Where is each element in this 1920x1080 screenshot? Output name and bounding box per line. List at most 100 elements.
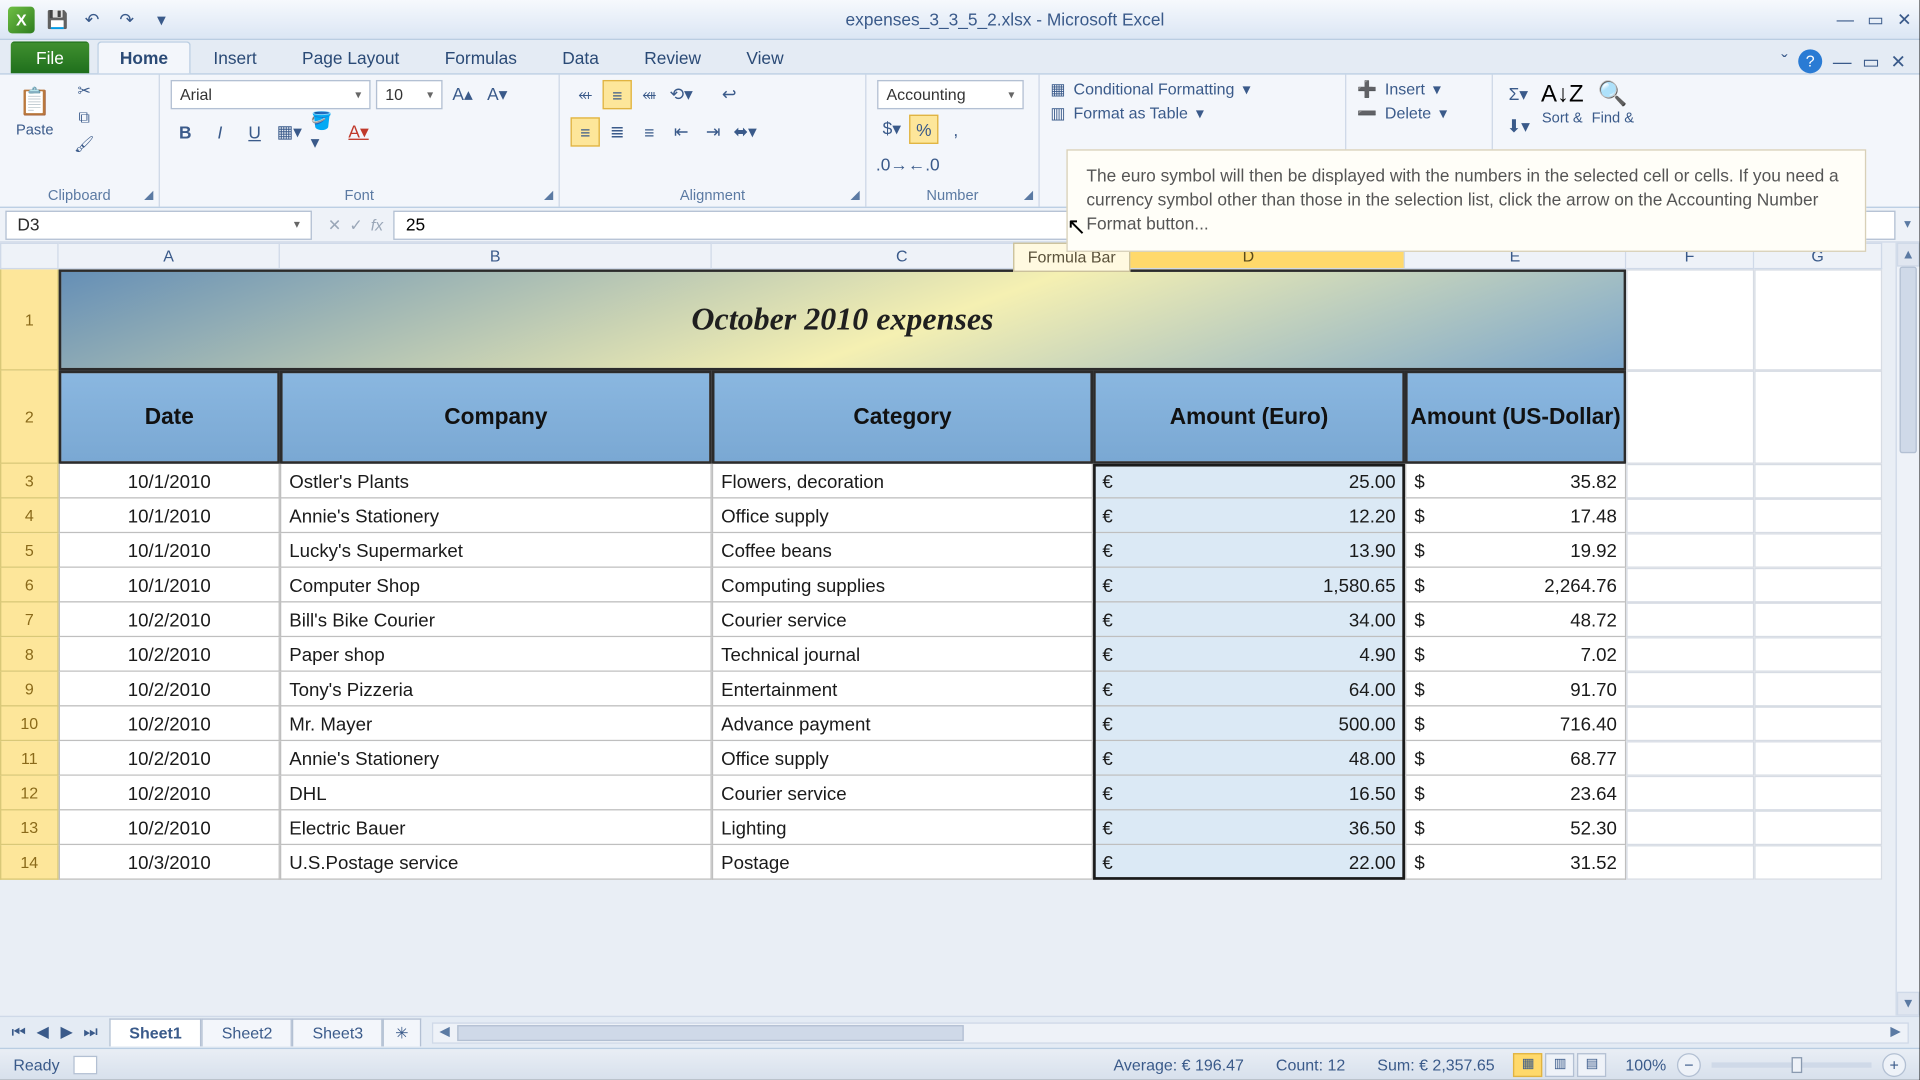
tab-review[interactable]: Review xyxy=(622,41,724,73)
row-header[interactable]: 3 xyxy=(0,464,59,499)
header-category[interactable]: Category xyxy=(712,371,1093,464)
name-box[interactable]: D3▾ xyxy=(5,210,312,239)
cell-euro[interactable]: €25.00 xyxy=(1093,464,1405,499)
cell-company[interactable]: U.S.Postage service xyxy=(280,845,712,880)
cell-company[interactable]: DHL xyxy=(280,776,712,811)
cell-date[interactable]: 10/2/2010 xyxy=(59,672,280,707)
cancel-formula-icon[interactable]: ✕ xyxy=(328,215,341,234)
merge-center-icon[interactable]: ⬌▾ xyxy=(730,117,759,146)
row-header[interactable]: 8 xyxy=(0,637,59,672)
cell[interactable] xyxy=(1754,741,1882,776)
qat-customize-icon[interactable]: ▾ xyxy=(149,7,173,31)
cell-category[interactable]: Office supply xyxy=(712,499,1093,534)
tab-formulas[interactable]: Formulas xyxy=(422,41,540,73)
cell-company[interactable]: Ostler's Plants xyxy=(280,464,712,499)
bold-button[interactable]: B xyxy=(171,117,200,146)
cell-euro[interactable]: €48.00 xyxy=(1093,741,1405,776)
align-middle-icon[interactable]: ≡ xyxy=(603,80,632,109)
tab-home[interactable]: Home xyxy=(97,41,190,73)
shrink-font-icon[interactable]: A▾ xyxy=(483,80,512,109)
cell[interactable] xyxy=(1626,603,1754,638)
cell[interactable] xyxy=(1626,741,1754,776)
align-bottom-icon[interactable]: ⬵ xyxy=(635,80,664,109)
zoom-slider[interactable] xyxy=(1712,1062,1872,1067)
new-sheet-icon[interactable]: ✳ xyxy=(383,1018,420,1046)
accounting-format-icon[interactable]: $▾ xyxy=(877,115,906,144)
cell-category[interactable]: Courier service xyxy=(712,776,1093,811)
cell-euro[interactable]: €64.00 xyxy=(1093,672,1405,707)
decrease-decimal-icon[interactable]: ←.0 xyxy=(909,149,938,178)
title-cell[interactable]: October 2010 expenses xyxy=(59,269,1627,370)
cell-company[interactable]: Bill's Bike Courier xyxy=(280,603,712,638)
hscroll-thumb[interactable] xyxy=(457,1024,964,1040)
cell-usd[interactable]: $91.70 xyxy=(1405,672,1626,707)
page-layout-view-icon[interactable]: ▥ xyxy=(1545,1052,1574,1076)
cell-company[interactable]: Lucky's Supermarket xyxy=(280,533,712,568)
cell-date[interactable]: 10/1/2010 xyxy=(59,499,280,534)
cell[interactable] xyxy=(1754,637,1882,672)
last-sheet-icon[interactable]: ⏭ xyxy=(80,1022,101,1042)
italic-button[interactable]: I xyxy=(205,117,234,146)
cell-date[interactable]: 10/2/2010 xyxy=(59,706,280,741)
orientation-icon[interactable]: ⟲▾ xyxy=(667,80,696,109)
cell-usd[interactable]: $35.82 xyxy=(1405,464,1626,499)
cell-date[interactable]: 10/2/2010 xyxy=(59,603,280,638)
minimize-icon[interactable]: — xyxy=(1837,9,1854,30)
cell-usd[interactable]: $48.72 xyxy=(1405,603,1626,638)
cell-category[interactable]: Lighting xyxy=(712,810,1093,845)
tab-data[interactable]: Data xyxy=(540,41,622,73)
cell-date[interactable]: 10/2/2010 xyxy=(59,776,280,811)
cell[interactable] xyxy=(1754,371,1882,464)
window-restore-icon[interactable]: ▭ xyxy=(1862,50,1880,73)
next-sheet-icon[interactable]: ▶ xyxy=(56,1022,77,1042)
cell-company[interactable]: Electric Bauer xyxy=(280,810,712,845)
cell-usd[interactable]: $7.02 xyxy=(1405,637,1626,672)
cell-euro[interactable]: €16.50 xyxy=(1093,776,1405,811)
scroll-down-icon[interactable]: ▼ xyxy=(1897,992,1920,1016)
format-painter-icon[interactable]: 🖌 xyxy=(72,133,96,154)
decrease-indent-icon[interactable]: ⇤ xyxy=(667,117,696,146)
font-size-combo[interactable]: 10▾ xyxy=(376,80,443,109)
fill-icon[interactable]: ⬇▾ xyxy=(1504,112,1533,141)
percent-style-icon[interactable]: % xyxy=(909,115,938,144)
cell[interactable] xyxy=(1754,845,1882,880)
cell[interactable] xyxy=(1626,269,1754,370)
maximize-icon[interactable]: ▭ xyxy=(1867,9,1883,30)
cell-euro[interactable]: €34.00 xyxy=(1093,603,1405,638)
cell-category[interactable]: Coffee beans xyxy=(712,533,1093,568)
cell-date[interactable]: 10/2/2010 xyxy=(59,637,280,672)
help-icon[interactable]: ? xyxy=(1798,49,1822,73)
grow-font-icon[interactable]: A▴ xyxy=(448,80,477,109)
row-header[interactable]: 10 xyxy=(0,706,59,741)
col-header-a[interactable]: A xyxy=(59,243,280,270)
cell[interactable] xyxy=(1754,810,1882,845)
cell-date[interactable]: 10/3/2010 xyxy=(59,845,280,880)
sheet-tab-1[interactable]: Sheet1 xyxy=(109,1018,201,1046)
row-header[interactable]: 14 xyxy=(0,845,59,880)
increase-decimal-icon[interactable]: .0→ xyxy=(877,149,906,178)
underline-button[interactable]: U xyxy=(240,117,269,146)
cell[interactable] xyxy=(1626,499,1754,534)
col-header-b[interactable]: B xyxy=(280,243,712,270)
enter-formula-icon[interactable]: ✓ xyxy=(349,215,362,234)
cell[interactable] xyxy=(1754,568,1882,603)
cell[interactable] xyxy=(1626,776,1754,811)
cell-usd[interactable]: $2,264.76 xyxy=(1405,568,1626,603)
cell-usd[interactable]: $17.48 xyxy=(1405,499,1626,534)
copy-icon[interactable]: ⧉ xyxy=(72,107,96,128)
cell[interactable] xyxy=(1626,371,1754,464)
row-header-1[interactable]: 1 xyxy=(0,269,59,370)
sheet-tab-3[interactable]: Sheet3 xyxy=(292,1018,383,1046)
fx-icon[interactable]: fx xyxy=(371,215,383,234)
cell-euro[interactable]: €1,580.65 xyxy=(1093,568,1405,603)
cell[interactable] xyxy=(1626,533,1754,568)
cell-usd[interactable]: $52.30 xyxy=(1405,810,1626,845)
row-header[interactable]: 4 xyxy=(0,499,59,534)
cell-company[interactable]: Tony's Pizzeria xyxy=(280,672,712,707)
increase-indent-icon[interactable]: ⇥ xyxy=(698,117,727,146)
number-format-combo[interactable]: Accounting▾ xyxy=(877,80,1024,109)
cell-category[interactable]: Postage xyxy=(712,845,1093,880)
cell-usd[interactable]: $23.64 xyxy=(1405,776,1626,811)
cell[interactable] xyxy=(1626,464,1754,499)
font-color-button[interactable]: A▾ xyxy=(344,117,373,146)
